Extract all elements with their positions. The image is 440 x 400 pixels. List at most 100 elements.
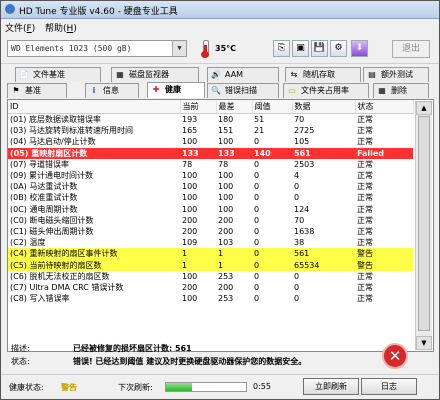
table-row[interactable]: (09) 累计通电时间计数 100 100 0 4 正常 — [8, 170, 413, 181]
column-header-current[interactable]: 当前 — [180, 100, 217, 114]
menu-file-shortcut: F — [26, 24, 32, 34]
table-row[interactable]: (C5) 当前待映射的扇区数 1 1 0 65534 警告 — [8, 259, 413, 271]
tab-info[interactable]: i 信息 — [85, 83, 139, 98]
cell-current: 133 — [180, 147, 216, 159]
tab-file-benchmark[interactable]: 📄 文件基准 — [15, 67, 101, 82]
tab-erase[interactable]: ▦ 删除 — [373, 83, 429, 98]
cell-data: 0 — [294, 271, 300, 281]
drive-select[interactable]: WD Elements 1023 (500 gB) ▼ — [7, 40, 187, 57]
cell-worst: 78 — [218, 159, 229, 169]
drive-select-value: WD Elements 1023 (500 gB) — [11, 44, 132, 53]
save-button[interactable]: 💾 — [311, 40, 328, 57]
tab-extra-tests-label: 额外测试 — [381, 70, 413, 79]
error-x-icon: ✕ — [382, 343, 408, 369]
cell-data: 0 — [294, 282, 300, 292]
table-row[interactable]: (C6) 脱机无法校正的扇区数 100 253 0 0 正常 — [8, 271, 413, 282]
table-row[interactable]: (03) 马达旋转到标准转速所用时间 165 151 21 2725 正常 — [8, 125, 413, 136]
cell-worst: 200 — [218, 226, 234, 236]
cell-status: 正常 — [357, 294, 373, 304]
cell-id: (C6) 脱机无法校正的扇区数 — [10, 271, 110, 281]
table-row[interactable]: (04) 马达启动/停止计数 100 100 0 105 正常 — [8, 136, 413, 147]
exit-button[interactable]: 退出 — [392, 40, 430, 58]
cell-threshold: 0 — [252, 259, 292, 271]
folder-usage-icon: ▭ — [288, 86, 296, 95]
tab-random-access[interactable]: ⇆ 随机存取 — [285, 67, 361, 82]
health-status-value: 警告 — [61, 383, 77, 392]
cell-id: (C4) 重新映射的扇区事件计数 — [8, 248, 180, 260]
tab-aam[interactable]: 🔊 AAM — [207, 67, 279, 82]
cell-worst: 180 — [218, 115, 234, 125]
copy-screenshot-button[interactable]: ▣ — [292, 40, 309, 57]
cell-current: 200 — [182, 215, 198, 225]
column-header-data[interactable]: 数据 — [292, 100, 356, 114]
tab-benchmark-label: 基准 — [25, 86, 41, 95]
column-header-status[interactable]: 状态 — [355, 100, 414, 114]
cell-current: 1 — [180, 248, 216, 260]
column-header-worst[interactable]: 最差 — [216, 100, 253, 114]
column-header-id[interactable]: ID — [8, 100, 181, 114]
cell-threshold: 0 — [254, 282, 260, 292]
log-button[interactable]: 日志 — [361, 378, 417, 395]
table-row[interactable]: (C8) 写入错误率 100 253 0 0 正常 — [8, 293, 413, 304]
table-row[interactable]: (0B) 校准重试计数 100 100 0 0 正常 — [8, 192, 413, 203]
tab-folder-usage[interactable]: ▭ 文件夹占用率 — [283, 83, 369, 98]
window-title: HD Tune 专业版 v4.60 - 硬盘专业工具 — [19, 7, 178, 17]
tab-disk-monitor-label: 磁盘监视器 — [129, 70, 169, 79]
tab-disk-monitor[interactable]: ▦ 磁盘监视器 — [111, 67, 199, 82]
scroll-thumb[interactable] — [418, 116, 430, 331]
table-row[interactable]: (0C) 通电周期计数 100 100 0 124 正常 — [8, 204, 413, 215]
table-row[interactable]: (07) 寻道错误率 78 78 0 2503 正常 — [8, 159, 413, 170]
tab-benchmark[interactable]: ⚑ 基准 — [7, 83, 67, 98]
attribute-info: 描述: 已经被修复的损坏扇区计数: 561 状态: 错误! 已经达到阈值 建议及… — [7, 338, 434, 374]
table-row[interactable]: (C2) 温度 109 103 0 38 正常 — [8, 237, 413, 248]
cell-threshold: 0 — [252, 248, 292, 260]
tab-health[interactable]: ✚ 健康 — [147, 82, 205, 98]
copy-text-button[interactable]: ⎘ — [273, 40, 290, 57]
temperature-value: 35°C — [215, 44, 237, 53]
download-button[interactable]: ⬇ — [351, 40, 368, 57]
refresh-timer: 0:55 — [253, 382, 271, 391]
cell-data: 0 — [294, 182, 300, 192]
cell-threshold: 21 — [254, 126, 265, 136]
options-button[interactable]: ⚙ — [330, 40, 347, 57]
cell-threshold: 0 — [254, 193, 260, 203]
cell-id: (C7) Ultra DMA CRC 错误计数 — [10, 282, 124, 292]
refresh-now-button[interactable]: 立即刷新 — [303, 378, 359, 395]
error-scan-icon: 🔍 — [211, 86, 221, 95]
cell-current: 100 — [182, 271, 198, 281]
health-status-label: 健康状态: — [9, 383, 44, 392]
cell-current: 100 — [182, 294, 198, 304]
menu-file[interactable]: 文件(F) — [5, 21, 35, 34]
table-row[interactable]: (C1) 磁头伸出周期计数 200 200 0 1638 正常 — [8, 226, 413, 237]
cell-status: 正常 — [357, 171, 373, 181]
tab-health-label: 健康 — [165, 85, 181, 94]
save-icon: 💾 — [313, 43, 326, 53]
cell-data: 561 — [292, 248, 355, 260]
cell-threshold: 0 — [254, 204, 260, 214]
tab-extra-tests[interactable]: ▤ 额外测试 — [363, 67, 429, 82]
cell-worst: 1 — [216, 248, 252, 260]
vertical-scrollbar[interactable]: ▲ ▼ — [415, 101, 432, 350]
title-bar: HD Tune 专业版 v4.60 - 硬盘专业工具 — [1, 1, 439, 19]
cell-current: 1 — [180, 259, 216, 271]
table-row[interactable]: (C4) 重新映射的扇区事件计数 1 1 0 561 警告 — [8, 248, 413, 260]
column-header-threshold[interactable]: 阈值 — [252, 100, 293, 114]
table-row[interactable]: (C7) Ultra DMA CRC 错误计数 200 200 0 0 正常 — [8, 282, 413, 293]
table-row[interactable]: (C0) 断电磁头缩回计数 200 200 0 70 正常 — [8, 215, 413, 226]
table-row[interactable]: (01) 底层数据读取错误率 193 180 51 70 正常 — [8, 114, 413, 126]
cell-status: 正常 — [357, 126, 373, 136]
cell-status: 警告 — [355, 248, 413, 260]
scroll-up-icon[interactable]: ▲ — [416, 101, 432, 115]
cell-data: 2725 — [294, 126, 315, 136]
cell-id: (01) 底层数据读取错误率 — [10, 115, 101, 125]
cell-current: 100 — [182, 204, 198, 214]
chevron-down-icon[interactable]: ▼ — [172, 41, 186, 56]
tab-error-scan[interactable]: 🔍 错误扫描 — [207, 83, 279, 98]
menu-help[interactable]: 帮助(H) — [45, 21, 77, 34]
cell-id: (03) 马达旋转到标准转速所用时间 — [10, 126, 133, 136]
table-row[interactable]: (0A) 马达重试计数 100 100 0 0 正常 — [8, 181, 413, 192]
refresh-progress-bar — [165, 382, 247, 392]
tab-folder-usage-label: 文件夹占用率 — [301, 86, 349, 95]
table-row[interactable]: (05) 重映射扇区计数 133 133 140 561 Failed — [8, 147, 413, 159]
cell-threshold: 0 — [254, 238, 260, 248]
